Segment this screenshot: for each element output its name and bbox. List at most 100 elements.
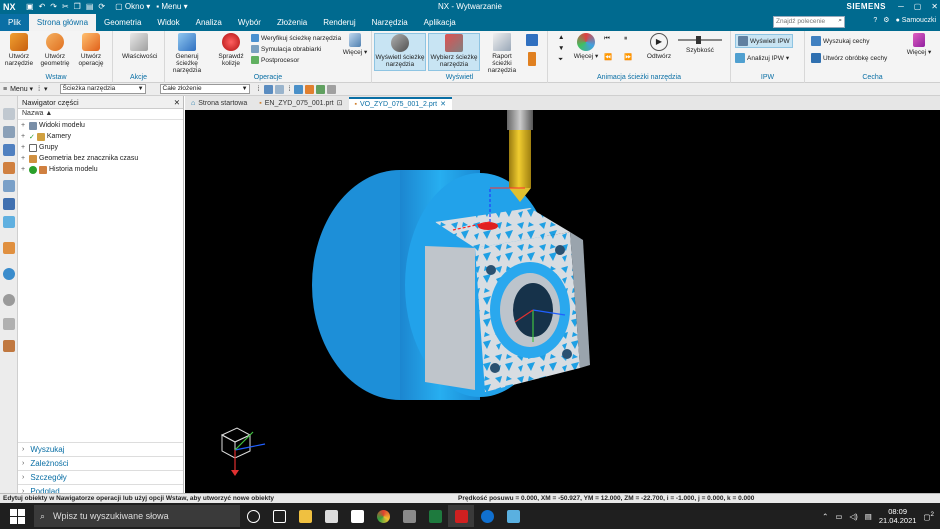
options-icon[interactable]: ⚙ bbox=[883, 16, 889, 24]
tab-renderuj[interactable]: Renderuj bbox=[315, 14, 363, 31]
speed-slider-handle[interactable] bbox=[696, 36, 701, 44]
doc-tab-vo-zyd[interactable]: ▪ VO_ZYD_075_001_2.prt ✕ bbox=[348, 97, 452, 110]
type-filter-select[interactable]: Ścieżka narzędzia ▼ bbox=[59, 84, 146, 94]
step-down-icon[interactable]: ▼ bbox=[558, 45, 564, 52]
excel-icon[interactable] bbox=[422, 505, 448, 527]
operation-navigator-icon[interactable] bbox=[3, 162, 15, 174]
taskbar-search-input[interactable]: ⌕ Wpisz tu wyszukiwane słowa bbox=[34, 505, 240, 527]
create-tool-button[interactable]: Utwórz narzędzie bbox=[2, 33, 36, 67]
process-studio-icon[interactable] bbox=[3, 318, 15, 330]
store-icon[interactable] bbox=[318, 505, 344, 527]
navigator-column-header[interactable]: Nazwa ▲ bbox=[18, 109, 183, 120]
tree-item-model-history[interactable]: + Historia modelu bbox=[18, 164, 183, 175]
doc-tab-start[interactable]: ⌂ Strona startowa bbox=[185, 97, 253, 110]
expand-icon[interactable]: + bbox=[21, 166, 27, 173]
check-collisions-button[interactable]: Sprawdź kolizje bbox=[216, 33, 246, 67]
tab-widok[interactable]: Widok bbox=[149, 14, 187, 31]
minimize-icon[interactable]: ─ bbox=[898, 2, 904, 11]
language-icon[interactable]: ▤ bbox=[865, 512, 872, 521]
postprocessor-button[interactable]: Postprocesor bbox=[251, 56, 299, 64]
help-icon[interactable]: ? bbox=[873, 17, 877, 24]
snap-options-icon[interactable] bbox=[274, 84, 284, 94]
generate-toolpath-button[interactable]: Generuj ścieżkę narzędzia bbox=[167, 33, 207, 74]
display-toolpath-button[interactable]: Wyświetl ścieżkę narzędzia bbox=[374, 33, 426, 71]
main-menu[interactable]: ▪ Menu ▾ bbox=[156, 2, 187, 11]
maximize-icon[interactable]: ▢ bbox=[914, 2, 922, 11]
operacje-more-button[interactable]: Więcej ▾ bbox=[341, 33, 369, 56]
step-last-icon[interactable]: ⏷ bbox=[558, 56, 563, 64]
tab-aplikacja[interactable]: Aplikacja bbox=[416, 14, 464, 31]
display-options-icon[interactable] bbox=[526, 34, 538, 46]
reuse-library-icon[interactable] bbox=[3, 242, 15, 254]
step-back-icon[interactable]: ⏪ bbox=[604, 53, 612, 61]
feature-navigator-icon[interactable] bbox=[3, 198, 15, 210]
tab-home[interactable]: Strona główna bbox=[28, 14, 97, 31]
tree-item-groups[interactable]: + Grupy bbox=[18, 142, 183, 153]
tab-geometria[interactable]: Geometria bbox=[96, 14, 149, 31]
tree-item-unused-geometry[interactable]: + Geometria bez znacznika czasu bbox=[18, 153, 183, 164]
volume-icon[interactable]: ◁) bbox=[850, 512, 858, 521]
tab-analiza[interactable]: Analiza bbox=[188, 14, 230, 31]
step-forward-icon[interactable]: ⏩ bbox=[624, 53, 632, 61]
toolpath-report-button[interactable]: Raport ścieżki narzędzia bbox=[482, 33, 522, 74]
pin-icon[interactable]: ⊡ bbox=[337, 97, 343, 110]
clock[interactable]: 08:09 21.04.2021 bbox=[879, 507, 917, 525]
tree-item-model-views[interactable]: + Widoki modelu bbox=[18, 120, 183, 131]
step-up-icon[interactable]: ▲ bbox=[558, 34, 564, 41]
tray-chevron-icon[interactable]: ⌃ bbox=[822, 512, 828, 521]
create-feature-machining-button[interactable]: Utwórz obróbkę cechy bbox=[811, 53, 887, 63]
hamburger-icon[interactable]: ≡ bbox=[3, 86, 7, 93]
history-icon[interactable] bbox=[3, 294, 15, 306]
pause-icon[interactable]: ⏸ bbox=[624, 35, 627, 43]
snap-icon[interactable] bbox=[263, 84, 273, 94]
calculator-icon[interactable] bbox=[396, 505, 422, 527]
paste-icon[interactable]: ▤ bbox=[86, 2, 94, 11]
cut-icon[interactable]: ✂ bbox=[62, 2, 69, 11]
speed-slider[interactable] bbox=[678, 36, 722, 44]
user-menu[interactable]: ● Samouczki bbox=[896, 17, 936, 24]
panel-details[interactable]: › Szczegóły bbox=[18, 470, 183, 484]
task-view-icon[interactable] bbox=[266, 505, 292, 527]
teamviewer-icon[interactable] bbox=[474, 505, 500, 527]
chrome-icon[interactable] bbox=[370, 505, 396, 527]
graphics-viewport[interactable] bbox=[185, 110, 940, 498]
display-ipw-button[interactable]: Wyświetl IPW bbox=[735, 34, 793, 48]
expand-icon[interactable]: + bbox=[21, 155, 27, 162]
nx-taskbar-icon[interactable] bbox=[448, 505, 474, 527]
play-button[interactable]: ▶ Odtwórz bbox=[644, 33, 674, 60]
resource-icon-1[interactable] bbox=[3, 108, 15, 120]
orient-view-icon[interactable] bbox=[294, 84, 304, 94]
panel-dependencies[interactable]: › Zależności bbox=[18, 456, 183, 470]
roles-icon[interactable] bbox=[3, 340, 15, 352]
verify-toolpath-button[interactable]: Weryfikuj ścieżkę narzędzia bbox=[251, 34, 341, 42]
close-icon[interactable]: ✕ bbox=[174, 98, 180, 107]
tab-narzedzia[interactable]: Narzędzia bbox=[364, 14, 416, 31]
machine-simulation-button[interactable]: Symulacja obrabiarki bbox=[251, 45, 321, 53]
assembly-navigator-icon[interactable] bbox=[3, 126, 15, 138]
save-icon[interactable]: ▣ bbox=[26, 2, 34, 11]
create-geometry-button[interactable]: Utwórz geometrię bbox=[38, 33, 72, 67]
properties-button[interactable]: Właściwości bbox=[122, 33, 157, 60]
part-navigator-icon[interactable] bbox=[3, 144, 15, 156]
create-operation-button[interactable]: Utwórz operację bbox=[74, 33, 108, 67]
tool-display-icon[interactable] bbox=[528, 52, 536, 66]
notifications-icon[interactable]: ▢2 bbox=[923, 511, 934, 522]
copy-icon[interactable]: ❐ bbox=[74, 2, 81, 11]
network-icon[interactable]: ▭ bbox=[835, 512, 842, 521]
find-features-button[interactable]: Wyszukaj cechy bbox=[811, 36, 870, 46]
view-triad[interactable] bbox=[220, 427, 266, 476]
cecha-more-button[interactable]: Więcej ▾ bbox=[905, 33, 933, 56]
doc-tab-en-zyd[interactable]: ▪ EN_ZYD_075_001.prt ⊡ bbox=[253, 97, 348, 110]
windows-start-icon[interactable] bbox=[8, 506, 28, 526]
select-toolpath-button[interactable]: Wybierz ścieżkę narzędzia bbox=[428, 33, 480, 71]
tab-wybor[interactable]: Wybór bbox=[230, 14, 269, 31]
web-browser-icon[interactable] bbox=[3, 268, 15, 280]
machine-navigator-icon[interactable] bbox=[3, 180, 15, 192]
app-icon[interactable] bbox=[500, 505, 526, 527]
constraint-icon[interactable] bbox=[3, 216, 15, 228]
repeat-icon[interactable]: ⟳ bbox=[98, 2, 105, 11]
view-options-icon[interactable] bbox=[327, 84, 337, 94]
grid-snap-icon[interactable] bbox=[316, 84, 326, 94]
panel-search[interactable]: › Wyszukaj bbox=[18, 442, 183, 456]
point-snap-icon[interactable] bbox=[305, 84, 315, 94]
